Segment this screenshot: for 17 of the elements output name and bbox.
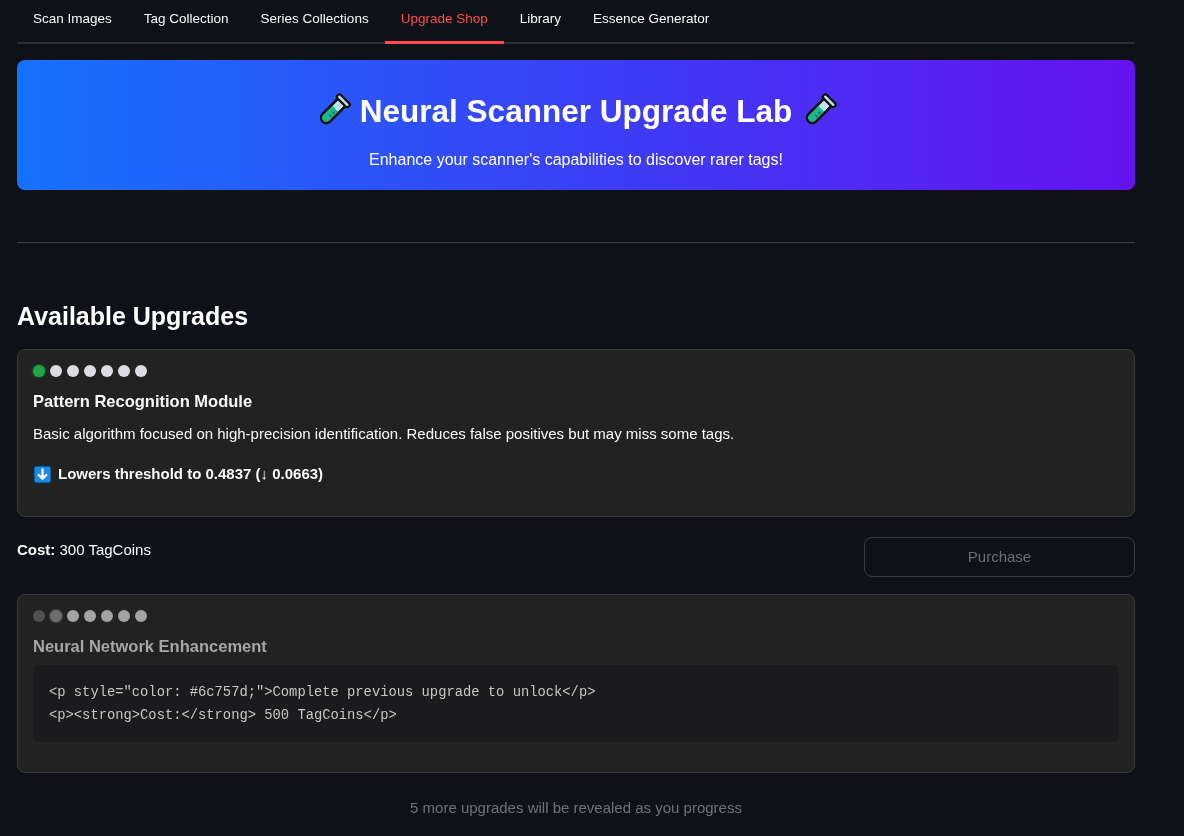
tab[interactable]: Scan Images xyxy=(17,0,128,44)
code-line: <p><strong>Cost:</strong> 500 TagCoins</p> xyxy=(49,707,398,725)
cost-text: Cost: 300 TagCoins xyxy=(17,540,151,560)
section-heading: Available Upgrades xyxy=(17,301,250,332)
effect-text: Lowers threshold to 0.4837 (↓ 0.0663) xyxy=(58,464,324,484)
banner-subtitle: Enhance your scanner's capabilities to discover rarer tags! xyxy=(369,150,783,170)
upgrade-title: Neural Network Enhancement xyxy=(33,636,268,657)
banner-title: Neural Scanner Upgrade Lab xyxy=(359,92,793,131)
code-line: <p style="color: #6c757d;">Complete previous upgrade to unlock</p> xyxy=(49,684,597,702)
upgrade-title: Pattern Recognition Module xyxy=(33,391,254,412)
tab[interactable]: Tag Collection xyxy=(127,0,245,44)
upgrade-description: Basic algorithm focused on high-precision identification. Reduces false positives but may miss some tags. xyxy=(33,424,736,444)
tab[interactable]: Upgrade Shop xyxy=(384,0,504,44)
progress-note: 5 more upgrades will be revealed as you progress xyxy=(409,798,743,818)
tab[interactable]: Essence Generator xyxy=(577,0,726,44)
tab[interactable]: Library xyxy=(503,0,577,44)
tab[interactable]: Series Collections xyxy=(244,0,385,44)
